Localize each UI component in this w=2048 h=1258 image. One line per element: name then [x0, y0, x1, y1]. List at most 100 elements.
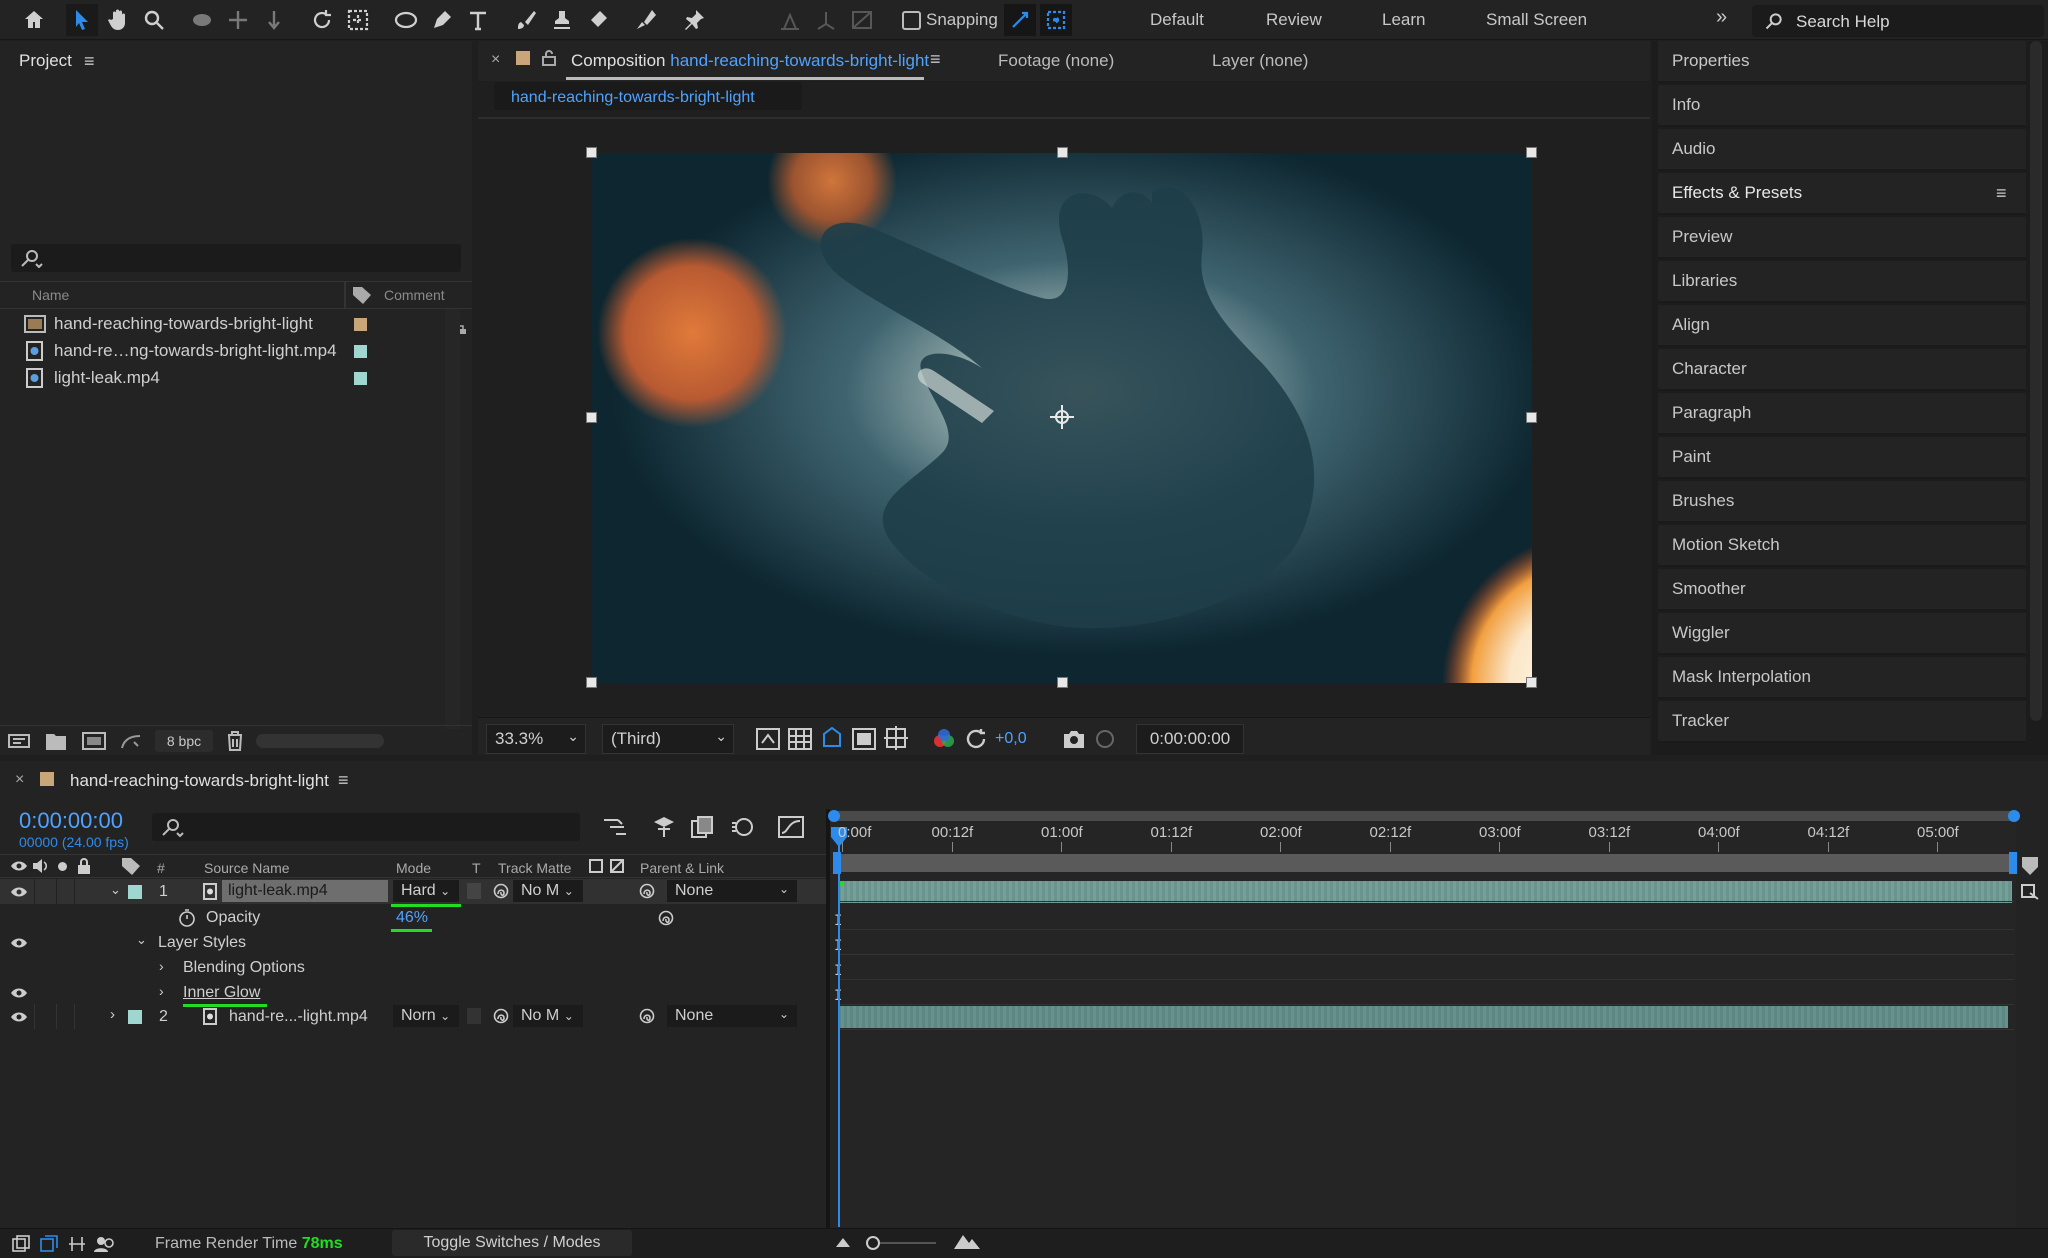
layer-label-swatch[interactable] — [128, 1010, 142, 1024]
panel-info[interactable]: Info — [1658, 85, 2026, 127]
navigator-end-handle[interactable] — [2009, 852, 2017, 874]
label-swatch[interactable] — [354, 372, 367, 385]
workspace-review[interactable]: Review — [1266, 10, 1322, 30]
panel-align[interactable]: Align — [1658, 305, 2026, 347]
draft-3d-icon[interactable] — [652, 815, 676, 839]
keyframe-marker[interactable]: I — [834, 913, 846, 929]
audio-switch-icon[interactable] — [33, 859, 49, 873]
grid-guides-icon[interactable] — [884, 726, 908, 750]
thumbnail-zoom-slider[interactable] — [256, 734, 384, 748]
type-tool-icon[interactable] — [462, 4, 494, 36]
home-icon[interactable] — [18, 4, 50, 36]
label-swatch[interactable] — [354, 318, 367, 331]
layer-bar-2[interactable] — [838, 1006, 2008, 1028]
orbit-camera-icon[interactable] — [186, 4, 218, 36]
pan-behind-tool-icon[interactable] — [342, 4, 374, 36]
work-area-bar[interactable] — [833, 811, 2017, 821]
search-help-field[interactable]: Search Help — [1752, 5, 2044, 37]
panel-preview[interactable]: Preview — [1658, 217, 2026, 259]
column-name[interactable]: Name — [32, 287, 69, 303]
eye-icon[interactable] — [11, 987, 27, 999]
clone-stamp-icon[interactable] — [546, 4, 578, 36]
toggle-switches-modes-button[interactable]: Toggle Switches / Modes — [392, 1230, 632, 1256]
preserve-transparency-toggle[interactable] — [467, 883, 481, 899]
transform-handle[interactable] — [1526, 412, 1537, 423]
project-item-footage[interactable]: hand-re…ng-towards-bright-light.mp4 — [24, 338, 337, 364]
project-item-comp[interactable]: hand-reaching-towards-bright-light — [24, 311, 313, 337]
show-channel-icon[interactable] — [932, 727, 956, 751]
reset-exposure-icon[interactable] — [964, 727, 988, 751]
parent-pickwhip-icon[interactable] — [639, 883, 655, 899]
panel-paint[interactable]: Paint — [1658, 437, 2026, 479]
snapshot-camera-icon[interactable] — [1062, 729, 1086, 749]
zoom-out-mountain-icon[interactable] — [836, 1237, 850, 1247]
panel-menu-icon[interactable]: ≡ — [930, 49, 941, 70]
footage-tab[interactable]: Footage (none) — [998, 51, 1114, 71]
lock-icon[interactable] — [542, 50, 556, 66]
interpret-footage-icon[interactable] — [8, 732, 30, 750]
panel-smoother[interactable]: Smoother — [1658, 569, 2026, 611]
work-area-start-handle[interactable] — [828, 810, 840, 822]
parent-dropdown[interactable]: None ⌄ — [667, 1005, 797, 1027]
panel-audio[interactable]: Audio — [1658, 129, 2026, 171]
more-workspaces-icon[interactable]: » — [1716, 6, 1727, 29]
eye-icon[interactable] — [11, 886, 27, 898]
fast-previews-icon[interactable] — [756, 728, 780, 750]
panel-character[interactable]: Character — [1658, 349, 2026, 391]
panel-menu-icon[interactable]: ≡ — [1996, 183, 2007, 204]
stopwatch-icon[interactable] — [178, 909, 196, 927]
pan-camera-icon[interactable] — [222, 4, 254, 36]
blend-mode-dropdown[interactable]: Hard ⌄ — [393, 880, 459, 902]
column-source-name[interactable]: Source Name — [204, 860, 290, 876]
snapping-checkbox[interactable] — [902, 11, 921, 30]
resolution-dropdown[interactable]: (Third) ⌄ — [602, 724, 734, 754]
time-navigator-bar[interactable] — [838, 854, 2014, 872]
track-matte-dropdown[interactable]: No M ⌄ — [513, 880, 583, 902]
frame-blending-icon[interactable] — [690, 815, 714, 839]
transform-handle[interactable] — [586, 147, 597, 158]
comp-marker-bin-icon[interactable] — [2022, 857, 2038, 875]
panel-motion-sketch[interactable]: Motion Sketch — [1658, 525, 2026, 567]
show-snapshot-icon[interactable] — [1094, 728, 1116, 750]
expand-arrow-right-icon[interactable]: › — [110, 1006, 115, 1023]
track-matte-dropdown[interactable]: No M ⌄ — [513, 1005, 583, 1027]
layer-row-2[interactable]: › 2 hand-re...-light.mp4 Norn ⌄ No M ⌄ N… — [0, 1004, 830, 1029]
expand-arrow-right-icon[interactable]: › — [159, 983, 164, 999]
preserve-transparency-toggle[interactable] — [467, 1008, 481, 1024]
panel-menu-icon[interactable]: ≡ — [338, 770, 349, 791]
transform-handle[interactable] — [586, 412, 597, 423]
bit-depth-button[interactable]: 8 bpc — [155, 730, 213, 752]
panel-brushes[interactable]: Brushes — [1658, 481, 2026, 523]
viewer-timecode[interactable]: 0:00:00:00 — [1136, 724, 1244, 754]
graph-editor-icon[interactable] — [778, 815, 804, 839]
blend-mode-dropdown[interactable]: Norn ⌄ — [393, 1005, 459, 1027]
layer-name[interactable]: light-leak.mp4 — [222, 880, 388, 902]
column-comment[interactable]: Comment — [384, 287, 445, 303]
label-tag-icon[interactable] — [122, 858, 140, 875]
eye-icon[interactable] — [11, 1011, 27, 1023]
workspace-small-screen[interactable]: Small Screen — [1486, 10, 1587, 30]
anchor-point-icon[interactable] — [1048, 403, 1076, 431]
ellipse-tool-icon[interactable] — [390, 4, 422, 36]
expand-arrow-down-icon[interactable]: ⌄ — [110, 882, 121, 898]
hand-tool-icon[interactable] — [102, 4, 134, 36]
layer-name[interactable]: hand-re...-light.mp4 — [229, 1008, 368, 1026]
playhead-line[interactable] — [838, 827, 840, 1227]
transparency-grid-icon[interactable] — [788, 728, 812, 750]
comp-flowchart-tab[interactable]: hand-reaching-towards-bright-light — [494, 82, 802, 110]
transfer-controls-icon[interactable] — [40, 1235, 58, 1253]
project-item-footage[interactable]: light-leak.mp4 — [24, 365, 160, 391]
in-out-duration-icon[interactable] — [68, 1235, 86, 1253]
workspace-learn[interactable]: Learn — [1382, 10, 1425, 30]
rotation-tool-icon[interactable] — [306, 4, 338, 36]
transform-handle[interactable] — [586, 677, 597, 688]
panel-libraries[interactable]: Libraries — [1658, 261, 2026, 303]
magnification-dropdown[interactable]: 33.3% ⌄ — [486, 724, 586, 754]
project-search-input[interactable] — [11, 244, 461, 272]
new-composition-icon[interactable] — [82, 731, 106, 751]
transform-handle[interactable] — [1057, 677, 1068, 688]
expand-arrow-down-icon[interactable]: ⌄ — [136, 932, 147, 948]
panel-effects-presets[interactable]: Effects & Presets — [1658, 173, 2026, 215]
timeline-timecode[interactable]: 0:00:00:00 — [19, 808, 123, 834]
snap-features-icon[interactable] — [1040, 4, 1072, 36]
